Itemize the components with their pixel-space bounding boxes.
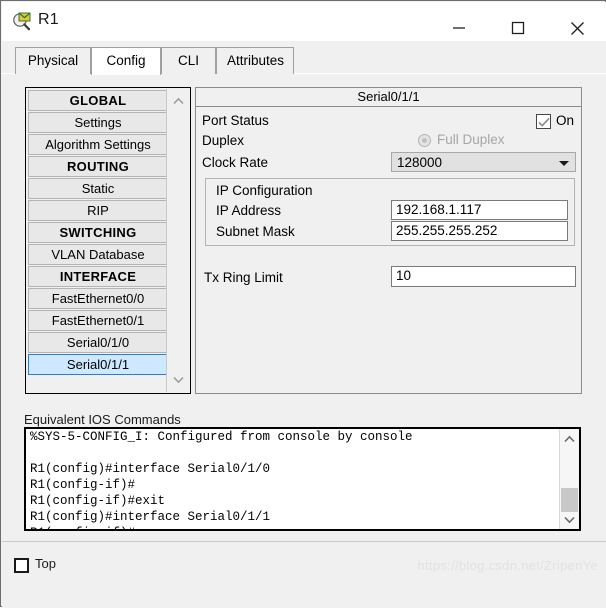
chevron-down-icon: [559, 161, 569, 166]
chevron-down-icon[interactable]: [560, 511, 579, 528]
sidebar-item-vlan-database[interactable]: VLAN Database: [28, 244, 168, 265]
sidebar-item-settings[interactable]: Settings: [28, 112, 168, 133]
full-duplex-radio[interactable]: [418, 134, 431, 147]
bottom-divider: [2, 541, 606, 542]
clock-rate-dropdown[interactable]: 128000: [391, 152, 576, 172]
title-bar: R1: [2, 2, 606, 41]
sidebar-item-algorithm-settings[interactable]: Algorithm Settings: [28, 134, 168, 155]
subnet-mask-input[interactable]: 255.255.255.252: [391, 221, 568, 241]
equivalent-ios-commands-console[interactable]: %SYS-5-CONFIG_I: Configured from console…: [24, 427, 581, 531]
sidebar-item-serial0-1-1[interactable]: Serial0/1/1: [28, 354, 168, 375]
chevron-up-icon[interactable]: [560, 430, 579, 447]
port-status-value: On: [556, 113, 575, 128]
ip-address-label: IP Address: [216, 203, 282, 218]
sidebar-item-routing[interactable]: ROUTING: [28, 156, 168, 177]
sidebar-item-static[interactable]: Static: [28, 178, 168, 199]
port-status-label: Port Status: [202, 113, 269, 128]
chevron-down-icon[interactable]: [167, 370, 189, 390]
config-sidebar: GLOBAL Settings Algorithm Settings ROUTI…: [25, 87, 191, 394]
subnet-mask-label: Subnet Mask: [216, 224, 295, 239]
clock-rate-label: Clock Rate: [202, 155, 269, 170]
sidebar-item-global[interactable]: GLOBAL: [28, 90, 168, 111]
tx-ring-limit-label: Tx Ring Limit: [204, 270, 283, 285]
full-duplex-label: Full Duplex: [437, 132, 505, 147]
sidebar-item-interface[interactable]: INTERFACE: [28, 266, 168, 287]
port-status-checkbox[interactable]: [536, 114, 551, 129]
equivalent-ios-commands-label: Equivalent IOS Commands: [24, 412, 181, 427]
maximize-icon[interactable]: [495, 3, 541, 41]
clock-rate-value: 128000: [397, 155, 443, 170]
top-checkbox-label: Top: [35, 556, 56, 571]
tab-strip: Physical Config CLI Attributes: [2, 41, 606, 75]
ios-console-scroll-thumb[interactable]: [561, 488, 578, 512]
top-checkbox[interactable]: [14, 558, 29, 573]
sidebar-item-serial0-1-0[interactable]: Serial0/1/0: [28, 332, 168, 353]
ip-configuration-label: IP Configuration: [216, 183, 313, 198]
tx-ring-limit-input[interactable]: 10: [391, 266, 576, 287]
ip-address-input[interactable]: 192.168.1.117: [391, 200, 568, 220]
ios-console-text: %SYS-5-CONFIG_I: Configured from console…: [30, 430, 413, 529]
tab-cli[interactable]: CLI: [161, 47, 216, 74]
tab-config[interactable]: Config: [91, 47, 161, 75]
sidebar-scrollbar[interactable]: [166, 89, 189, 392]
window-title: R1: [38, 11, 59, 28]
tab-physical[interactable]: Physical: [15, 47, 91, 74]
ios-console-scrollbar[interactable]: [559, 429, 579, 529]
config-client-area: GLOBAL Settings Algorithm Settings ROUTI…: [2, 73, 606, 608]
sidebar-item-fastethernet0-1[interactable]: FastEthernet0/1: [28, 310, 168, 331]
chevron-up-icon[interactable]: [167, 91, 189, 111]
sidebar-item-switching[interactable]: SWITCHING: [28, 222, 168, 243]
interface-config-panel: Serial0/1/1 Port Status On Duplex Full D…: [195, 87, 582, 394]
packet-tracer-inspect-icon: [12, 10, 34, 32]
tab-attributes[interactable]: Attributes: [216, 47, 294, 74]
sidebar-item-rip[interactable]: RIP: [28, 200, 168, 221]
panel-title: Serial0/1/1: [196, 88, 581, 107]
device-config-window: R1 Physical Config CLI Attributes GLOBAL…: [0, 0, 606, 608]
minimize-icon[interactable]: [436, 3, 482, 41]
ip-configuration-group: IP Configuration IP Address 192.168.1.11…: [205, 178, 575, 246]
duplex-label: Duplex: [202, 133, 245, 148]
watermark-text: https://blog.csdn.net/ZripenYe: [417, 558, 598, 573]
config-sidebar-list: GLOBAL Settings Algorithm Settings ROUTI…: [28, 90, 168, 391]
close-icon[interactable]: [554, 3, 600, 41]
sidebar-item-fastethernet0-0[interactable]: FastEthernet0/0: [28, 288, 168, 309]
